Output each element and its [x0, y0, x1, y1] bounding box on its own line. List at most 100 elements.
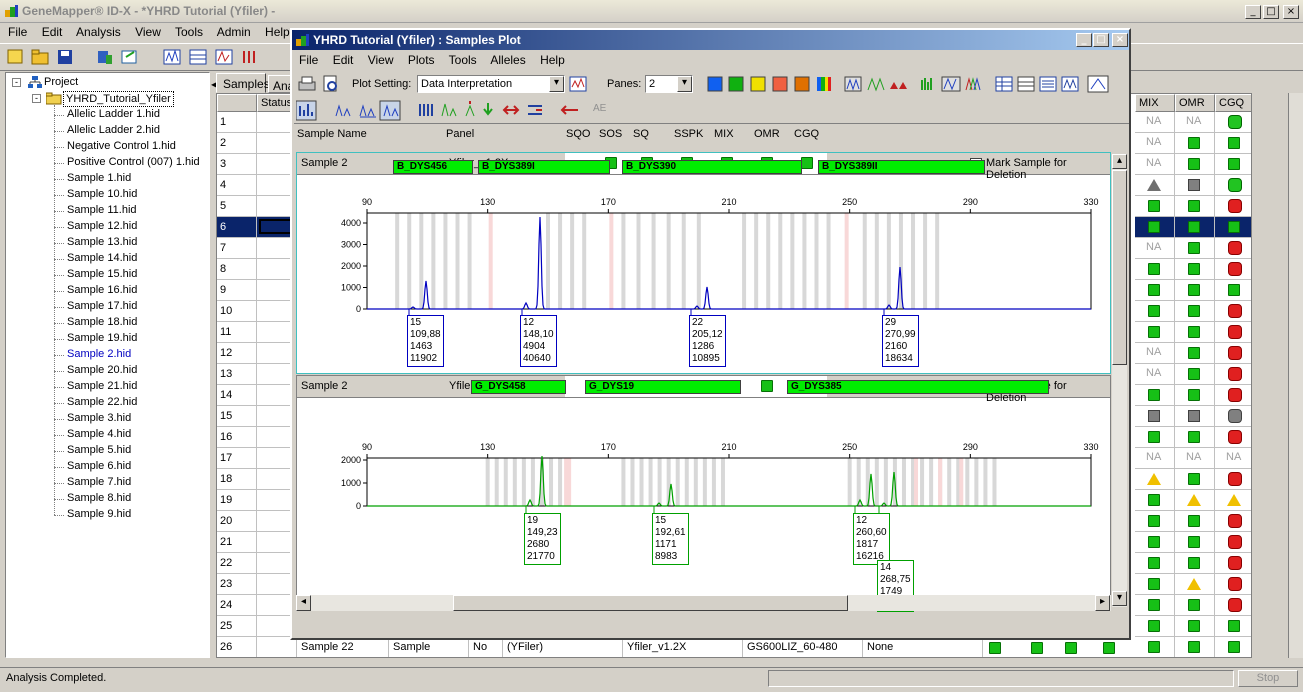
menu-help[interactable]: Help: [265, 25, 290, 39]
tree-item[interactable]: Sample 18.hid: [67, 316, 137, 328]
plot-menu-tools[interactable]: Tools: [449, 53, 477, 67]
tab-samples[interactable]: Samples: [216, 73, 270, 93]
analyze-icon[interactable]: [98, 51, 112, 64]
peak-allele-label[interactable]: 15 192,61 1171 8983: [652, 513, 689, 565]
row-number[interactable]: 9: [217, 280, 257, 301]
panes-select[interactable]: 2 ▾: [645, 75, 693, 93]
cell-flag[interactable]: No: [469, 637, 503, 657]
plot-horizontal-scrollbar[interactable]: ◂ ▸: [296, 595, 1111, 611]
row-number[interactable]: 15: [217, 406, 257, 427]
marker-bin-label[interactable]: B_DYS390: [622, 160, 802, 174]
overlay-icon[interactable]: [921, 78, 932, 90]
cell-size-standard[interactable]: GS600LIZ_60-480: [743, 637, 863, 657]
row-number[interactable]: 10: [217, 301, 257, 322]
bins-icon[interactable]: [243, 51, 255, 63]
print-preview-icon[interactable]: [323, 75, 337, 92]
row-number[interactable]: 5: [217, 196, 257, 217]
tree-item[interactable]: Negative Control 1.hid: [67, 140, 176, 152]
row-number[interactable]: 8: [217, 259, 257, 280]
print-icon[interactable]: [298, 76, 316, 91]
tree-folder-label[interactable]: YHRD_Tutorial_Yfiler: [63, 91, 174, 107]
plot-minimize-icon[interactable]: _: [1076, 33, 1092, 47]
plot-menu-alleles[interactable]: Alleles: [490, 53, 525, 67]
all-dyes-overlay-icon[interactable]: [965, 77, 981, 91]
col-mix[interactable]: MIX: [1135, 94, 1175, 112]
menu-view[interactable]: View: [135, 25, 161, 39]
plot-hscroll-thumb[interactable]: [453, 595, 848, 611]
tree-item[interactable]: Positive Control (007) 1.hid: [67, 156, 200, 168]
peak-allele-label[interactable]: 12 260,60 1817 16216: [853, 513, 890, 565]
bins-view-icon[interactable]: [419, 104, 433, 116]
row-number[interactable]: 2: [217, 133, 257, 154]
th-sq[interactable]: SQ: [633, 128, 649, 140]
plot-menu-file[interactable]: File: [299, 53, 318, 67]
tree-item[interactable]: Sample 11.hid: [67, 204, 137, 216]
tree-item[interactable]: Sample 20.hid: [67, 364, 137, 376]
dye-orange-icon[interactable]: [794, 76, 810, 92]
arrow-down-icon[interactable]: [483, 103, 493, 116]
peaks-icon[interactable]: [215, 49, 233, 65]
export-icon[interactable]: [121, 50, 137, 64]
stack-icon[interactable]: [941, 76, 961, 92]
marker-bin-label[interactable]: B_DYS389II: [818, 160, 985, 174]
sample-info-icon[interactable]: [1039, 76, 1057, 92]
tree-item[interactable]: Sample 12.hid: [67, 220, 137, 232]
show-peaks-icon[interactable]: [867, 77, 885, 92]
menu-tools[interactable]: Tools: [175, 25, 203, 39]
tree-item[interactable]: Sample 9.hid: [67, 508, 131, 520]
th-cgq[interactable]: CGQ: [794, 128, 819, 140]
plot-menu-view[interactable]: View: [368, 53, 394, 67]
marker-bin-label[interactable]: B_DYS456: [393, 160, 473, 174]
close-icon[interactable]: ×: [1283, 5, 1299, 19]
peak-allele-label[interactable]: 22 205,12 1286 10895: [689, 315, 726, 367]
col-cgq[interactable]: CGQ: [1215, 94, 1251, 112]
pane-2-electropherogram[interactable]: 90 130 170 210 250 290 330 2000 1000 0: [297, 399, 1110, 607]
marker-bin-label[interactable]: G_DYS19: [585, 380, 741, 394]
tree-item[interactable]: Sample 3.hid: [67, 412, 131, 424]
tree-item[interactable]: Sample 14.hid: [67, 252, 137, 264]
new-project-icon[interactable]: [7, 49, 23, 64]
plot-vertical-scrollbar[interactable]: ▴ ▾: [1112, 154, 1127, 607]
row-number[interactable]: 12: [217, 343, 257, 364]
show-bins-icon[interactable]: [844, 76, 862, 92]
scroll-up-icon[interactable]: ▴: [1112, 154, 1127, 169]
peak-allele-label[interactable]: 29 270,99 2160 18634: [882, 315, 919, 367]
peak-allele-label[interactable]: 19 149,23 2680 21770: [524, 513, 561, 565]
tree-item[interactable]: Sample 10.hid: [67, 188, 137, 200]
table-icon[interactable]: [189, 49, 207, 65]
tree-item[interactable]: Sample 22.hid: [67, 396, 137, 408]
row-number[interactable]: 19: [217, 490, 257, 511]
tree-item[interactable]: Sample 17.hid: [67, 300, 137, 312]
plot-menu-edit[interactable]: Edit: [333, 53, 354, 67]
sizing-table-icon[interactable]: [995, 76, 1013, 92]
menu-analysis[interactable]: Analysis: [76, 25, 121, 39]
folder-collapse-icon[interactable]: -: [32, 94, 41, 103]
tree-item[interactable]: Allelic Ladder 2.hid: [67, 124, 160, 136]
th-sspk[interactable]: SSPK: [674, 128, 703, 140]
row-number[interactable]: 26: [217, 637, 257, 657]
col-omr[interactable]: OMR: [1175, 94, 1215, 112]
status-cell[interactable]: [257, 637, 297, 657]
undo-edit-icon[interactable]: [560, 105, 578, 115]
plot-setting-select[interactable]: Data Interpretation ▾: [417, 75, 565, 93]
row-number[interactable]: 4: [217, 175, 257, 196]
tree-item[interactable]: Sample 19.hid: [67, 332, 137, 344]
marker-bin-label[interactable]: G_DYS385: [787, 380, 1049, 394]
dye-green-icon[interactable]: [728, 76, 744, 92]
peak-view-3-icon[interactable]: [379, 100, 401, 121]
th-mix[interactable]: MIX: [714, 128, 734, 140]
scroll-left-icon[interactable]: ◂: [296, 595, 311, 611]
peak-label-icon[interactable]: [441, 103, 457, 117]
plot-mode-icon[interactable]: [296, 100, 317, 121]
marker-bin-label[interactable]: G_DYS458: [471, 380, 566, 394]
tree-item[interactable]: Sample 1.hid: [67, 172, 131, 184]
dye-red-icon[interactable]: [772, 76, 788, 92]
rename-allele-icon[interactable]: [528, 105, 542, 115]
dye-blue-icon[interactable]: [707, 76, 723, 92]
row-number[interactable]: 20: [217, 511, 257, 532]
allele-table-icon[interactable]: [1017, 76, 1035, 92]
full-view-icon[interactable]: [1087, 75, 1109, 93]
tree-item[interactable]: Sample 21.hid: [67, 380, 137, 392]
tree-item[interactable]: Sample 13.hid: [67, 236, 137, 248]
tree-item[interactable]: Sample 15.hid: [67, 268, 137, 280]
